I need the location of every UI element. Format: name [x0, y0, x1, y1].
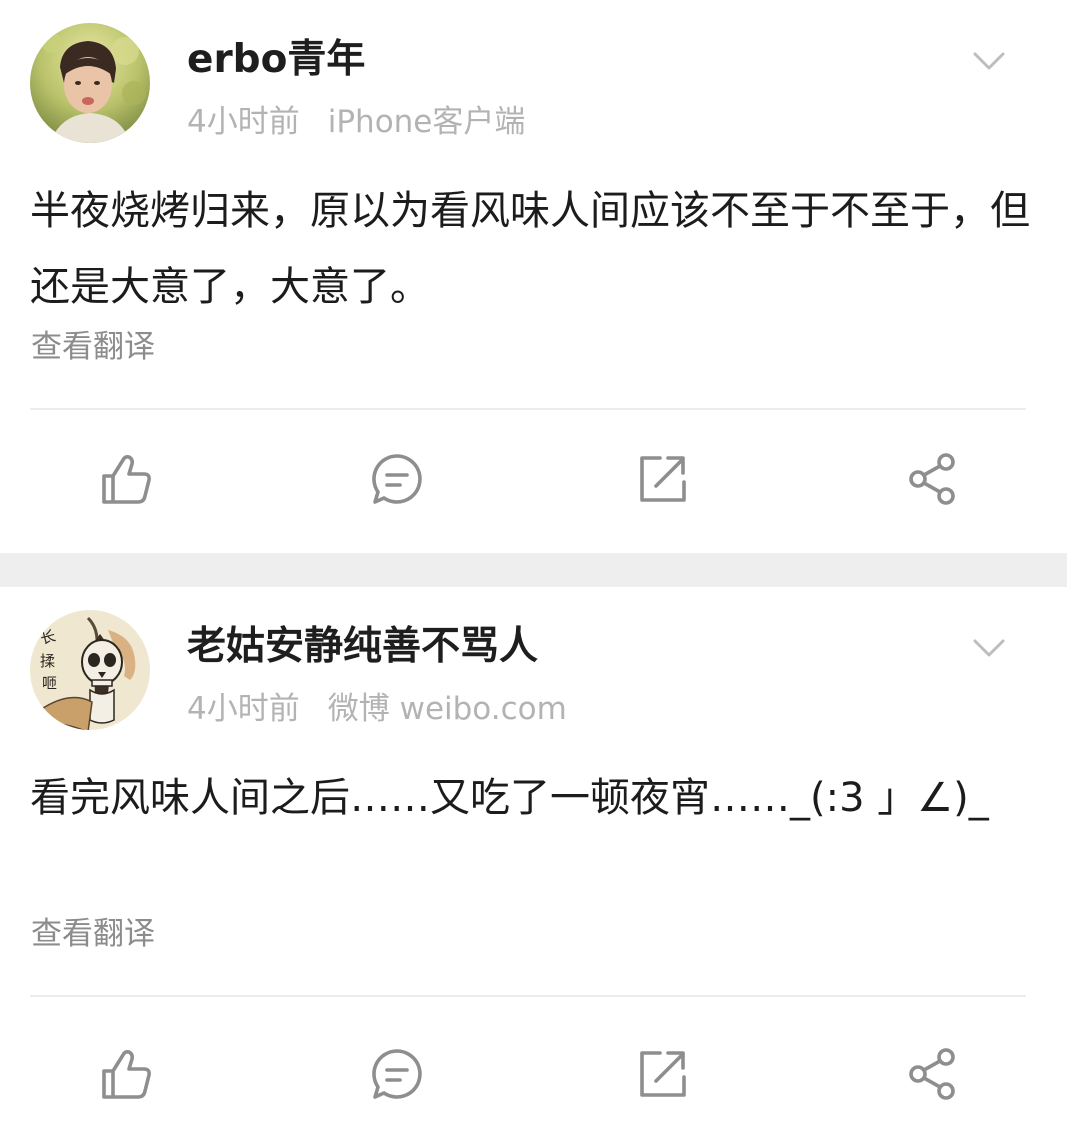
like-button[interactable]	[98, 448, 158, 510]
svg-text:揉: 揉	[40, 652, 55, 670]
share-icon	[909, 1048, 955, 1100]
repost-button[interactable]	[632, 448, 692, 510]
avatar[interactable]: 长 揉 咂	[30, 610, 150, 730]
avatar[interactable]	[30, 23, 150, 143]
post-time: 4小时前	[187, 691, 300, 727]
post-content: 看完风味人间之后……又吃了一顿夜宵……_(:3 」∠)_	[30, 775, 989, 821]
svg-text:咂: 咂	[42, 674, 57, 692]
feed-separator	[0, 553, 1067, 587]
post-source: 微博 weibo.com	[327, 691, 567, 727]
post-meta: 4小时前 iPhone客户端	[187, 102, 525, 142]
chevron-down-icon[interactable]	[967, 631, 1011, 667]
divider	[30, 995, 1026, 997]
divider	[30, 408, 1026, 410]
thumbs-up-icon	[102, 455, 151, 504]
chevron-down-icon[interactable]	[967, 44, 1011, 80]
repost-icon	[640, 456, 686, 502]
portrait-photo-avatar-icon	[30, 23, 150, 143]
comment-icon	[372, 1049, 422, 1099]
skull-drawing-avatar-icon: 长 揉 咂	[30, 610, 150, 730]
post-content: 半夜烧烤归来，原以为看风味人间应该不至于不至于，但还是大意了，大意了。	[30, 188, 1030, 310]
post-time: 4小时前	[187, 104, 300, 140]
translate-link[interactable]: 查看翻译	[31, 914, 155, 954]
post-meta: 4小时前 微博 weibo.com	[187, 689, 567, 729]
comment-icon	[372, 454, 422, 504]
post-card: erbo青年 4小时前 iPhone客户端 半夜烧烤归来，原以为看风味人间应该不至…	[0, 0, 1067, 553]
comment-button[interactable]	[367, 1043, 427, 1105]
username[interactable]: 老姑安静纯善不骂人	[187, 623, 538, 671]
repost-icon	[640, 1051, 686, 1097]
post-card: 长 揉 咂 老姑安静纯善不骂人 4小时前 微博 weibo.com 看完风味人间之…	[0, 587, 1067, 1122]
repost-button[interactable]	[632, 1043, 692, 1105]
post-source: iPhone客户端	[327, 104, 526, 140]
share-button[interactable]	[902, 1043, 962, 1105]
share-icon	[909, 453, 955, 505]
translate-link[interactable]: 查看翻译	[31, 327, 155, 367]
comment-button[interactable]	[367, 448, 427, 510]
like-button[interactable]	[98, 1043, 158, 1105]
thumbs-up-icon	[102, 1050, 151, 1099]
username[interactable]: erbo青年	[187, 36, 365, 84]
share-button[interactable]	[902, 448, 962, 510]
